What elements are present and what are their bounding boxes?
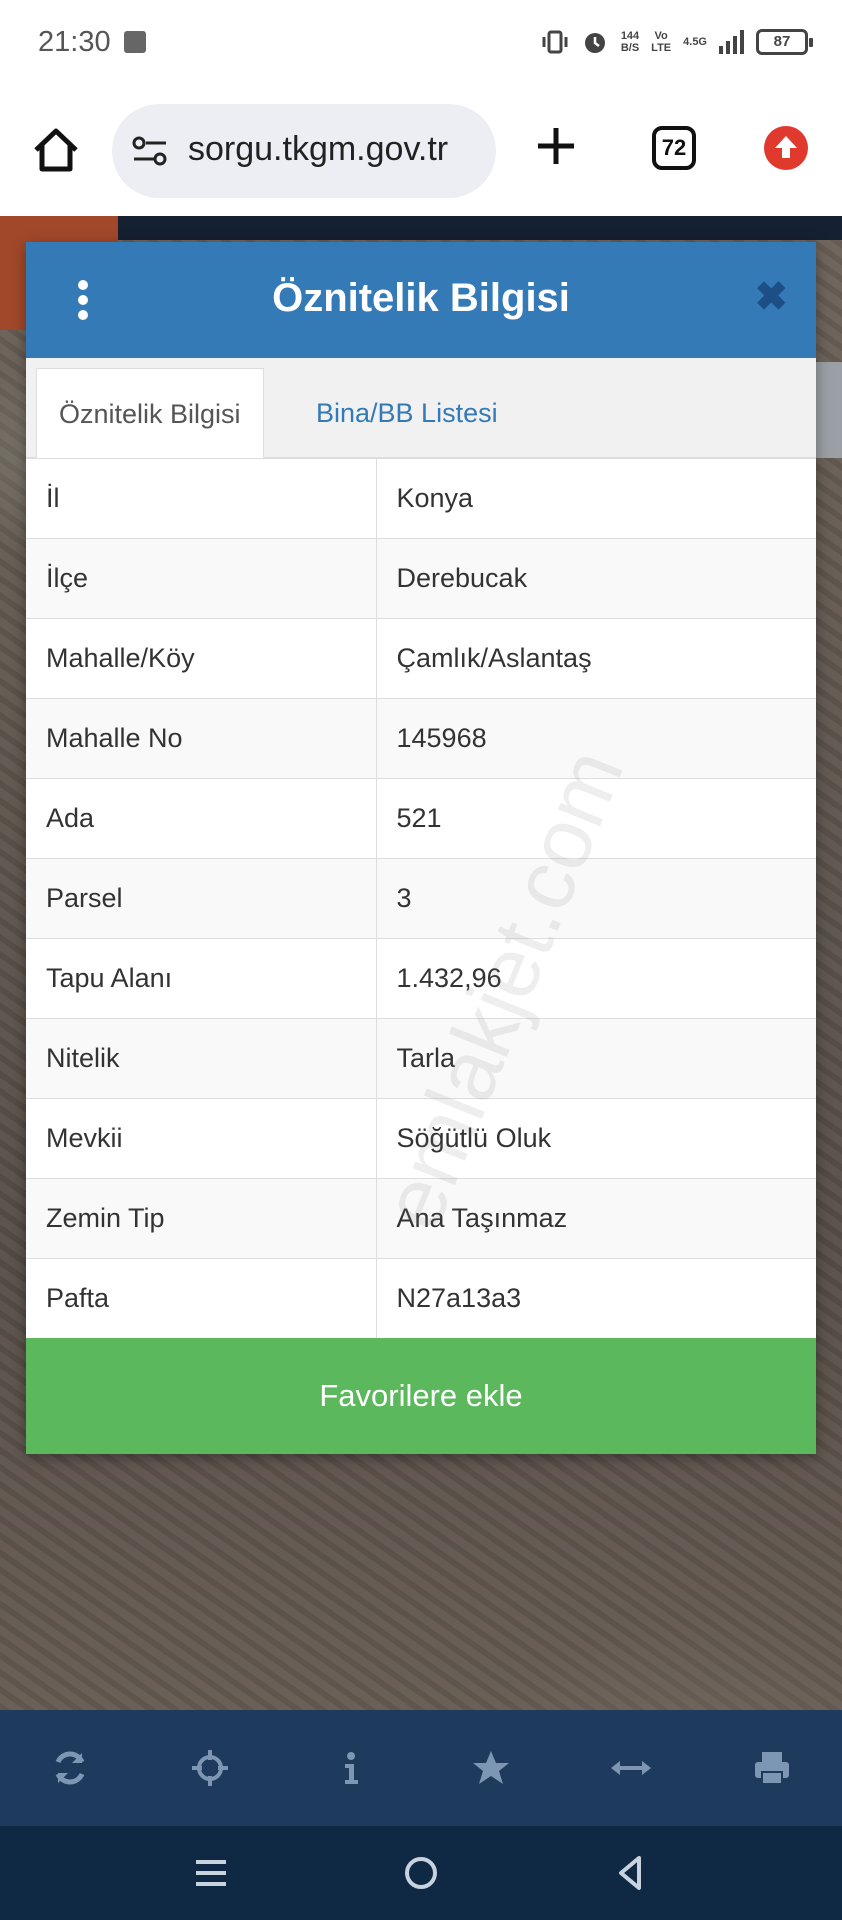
system-navigation-bar [0,1826,842,1920]
battery-icon: 87 [756,29,813,55]
row-value: Tarla [376,1018,816,1099]
info-icon[interactable] [321,1738,381,1798]
table-row: Pafta N27a13a3 [26,1258,816,1339]
table-row: Parsel 3 [26,858,816,939]
volte-indicator: Vo LTE [651,30,672,54]
table-row: Mevkii Söğütlü Oluk [26,1098,816,1179]
tab-switcher-button[interactable]: 72 [652,126,696,170]
row-key: İlçe [26,538,377,619]
crosshair-icon[interactable] [180,1738,240,1798]
map-side-handle[interactable] [816,362,842,458]
row-value: Konya [376,458,816,539]
star-icon[interactable] [461,1738,521,1798]
row-value: 145968 [376,698,816,779]
map-header-bar [118,216,842,240]
vibrate-icon [542,30,568,54]
signal-icon [719,30,744,54]
row-value: Derebucak [376,538,816,619]
site-settings-icon[interactable] [130,134,170,168]
dialog-title: Öznitelik Bilgisi [272,276,570,320]
alarm-icon [584,33,605,53]
measure-icon[interactable] [601,1738,661,1798]
map-toolbar [0,1710,842,1826]
dialog-header: Öznitelik Bilgisi ✖ [26,242,816,358]
row-key: İl [26,458,377,539]
address-bar[interactable]: sorgu.tkgm.gov.tr [112,104,496,198]
row-key: Nitelik [26,1018,377,1099]
status-time: 21:30 [38,26,111,58]
tab-building-list[interactable]: Bina/BB Listesi [294,368,520,458]
table-row: İl Konya [26,458,816,539]
close-icon[interactable]: ✖ [754,274,788,320]
new-tab-icon[interactable] [534,124,578,168]
attribute-dialog: Öznitelik Bilgisi ✖ Öznitelik Bilgisi Bi… [26,242,816,1454]
print-icon[interactable] [742,1738,802,1798]
row-key: Zemin Tip [26,1178,377,1259]
row-key: Mevkii [26,1098,377,1179]
table-row: Zemin Tip Ana Taşınmaz [26,1178,816,1259]
row-key: Mahalle No [26,698,377,779]
dialog-tabs: Öznitelik Bilgisi Bina/BB Listesi [26,358,816,458]
home-circle-icon[interactable] [396,1848,446,1898]
row-value: Ana Taşınmaz [376,1178,816,1259]
upload-icon[interactable] [764,126,808,170]
row-key: Ada [26,778,377,859]
data-rate: 144 B/S [620,30,640,54]
tab-attribute-info[interactable]: Öznitelik Bilgisi [36,368,264,458]
row-value: 1.432,96 [376,938,816,1019]
add-favorites-button[interactable]: Favorilere ekle [26,1338,816,1454]
recents-icon[interactable] [186,1848,236,1898]
row-key: Mahalle/Köy [26,618,377,699]
refresh-icon[interactable] [40,1738,100,1798]
notification-icon [124,31,146,53]
row-value: 521 [376,778,816,859]
row-key: Parsel [26,858,377,939]
row-key: Pafta [26,1258,377,1339]
table-row: İlçe Derebucak [26,538,816,619]
url-text[interactable]: sorgu.tkgm.gov.tr [188,130,448,169]
table-row: Tapu Alanı 1.432,96 [26,938,816,1019]
battery-level: 87 [773,33,791,50]
back-icon[interactable] [606,1848,656,1898]
attribute-table: İl Konya İlçe Derebucak Mahalle/Köy Çamlık/… [26,458,816,1339]
row-value: Çamlık/Aslantaş [376,618,816,699]
table-row: Ada 521 [26,778,816,859]
table-row: Mahalle No 145968 [26,698,816,779]
status-bar: 21:30 144 B/S Vo LTE 4.5G 87 [0,0,842,86]
browser-toolbar: sorgu.tkgm.gov.tr 72 [0,86,842,216]
table-row: Nitelik Tarla [26,1018,816,1099]
home-icon[interactable] [30,124,82,176]
status-icons: 144 B/S Vo LTE 4.5G 87 [541,24,813,60]
row-key: Tapu Alanı [26,938,377,1019]
network-type: 4.5G [683,36,707,48]
row-value: N27a13a3 [376,1258,816,1339]
row-value: Söğütlü Oluk [376,1098,816,1179]
row-value: 3 [376,858,816,939]
table-row: Mahalle/Köy Çamlık/Aslantaş [26,618,816,699]
